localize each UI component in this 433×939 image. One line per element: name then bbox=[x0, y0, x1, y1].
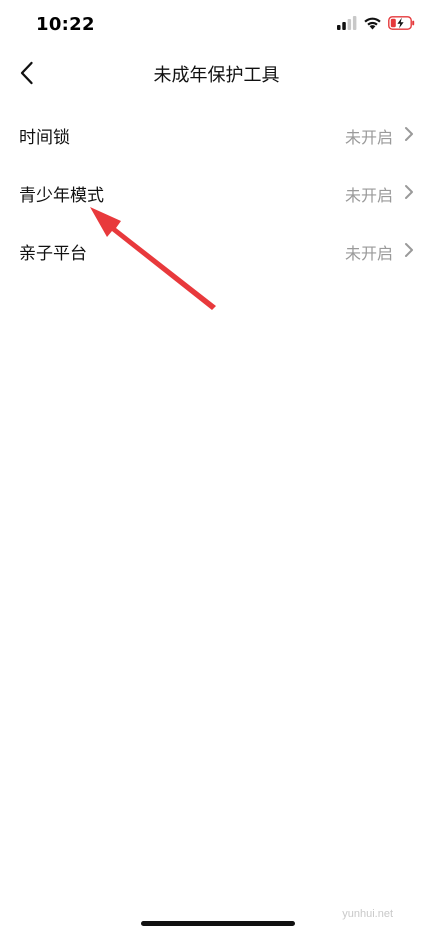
battery-charging-icon bbox=[388, 16, 415, 30]
item-label: 时间锁 bbox=[19, 128, 70, 148]
chevron-right-icon bbox=[405, 185, 413, 199]
nav-bar: 未成年保护工具 bbox=[0, 50, 433, 96]
item-status: 未开启 bbox=[344, 128, 393, 147]
status-bar: 10:22 bbox=[0, 0, 433, 50]
item-status: 未开启 bbox=[344, 186, 393, 205]
list-item-teen-mode[interactable]: 青少年模式 未开启 bbox=[0, 163, 433, 221]
settings-list: 时间锁 未开启 青少年模式 未开启 亲子平台 未开启 bbox=[0, 105, 433, 279]
cellular-signal-icon bbox=[337, 16, 357, 30]
home-indicator bbox=[141, 921, 295, 926]
status-time: 10:22 bbox=[36, 14, 95, 35]
chevron-right-icon bbox=[405, 243, 413, 257]
status-icons bbox=[337, 16, 415, 30]
list-item-time-lock[interactable]: 时间锁 未开启 bbox=[0, 105, 433, 163]
wifi-icon bbox=[364, 17, 381, 30]
chevron-right-icon bbox=[405, 127, 413, 141]
item-label: 青少年模式 bbox=[19, 186, 104, 206]
item-status: 未开启 bbox=[344, 244, 393, 263]
list-item-parent-platform[interactable]: 亲子平台 未开启 bbox=[0, 221, 433, 279]
item-label: 亲子平台 bbox=[19, 244, 87, 264]
watermark: yunhui.net bbox=[342, 908, 393, 920]
page-title: 未成年保护工具 bbox=[153, 65, 280, 86]
